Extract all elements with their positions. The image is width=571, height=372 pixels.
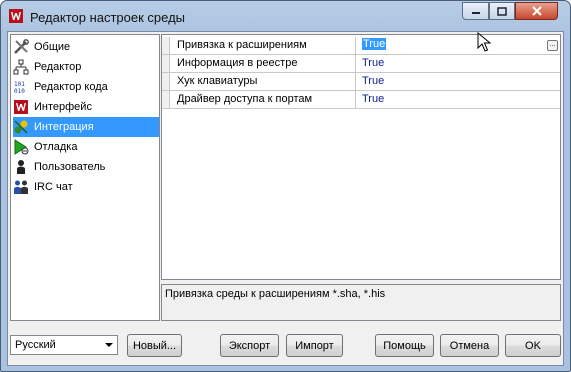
svg-text:101: 101: [14, 81, 25, 88]
property-value[interactable]: True: [362, 75, 384, 87]
property-name: Хук клавиатуры: [177, 75, 258, 87]
language-select[interactable]: Русский: [10, 335, 118, 355]
minimize-icon: [471, 12, 480, 14]
ok-button[interactable]: OK: [505, 334, 561, 357]
editor-icon: [13, 59, 29, 75]
category-list: Общие Редактор 101 010 Редактор кода Инт…: [10, 34, 160, 321]
debug-play-icon: [14, 139, 29, 155]
user-icon: [17, 160, 25, 174]
property-name: Драйвер доступа к портам: [177, 93, 313, 105]
property-value-editor[interactable]: True: [362, 38, 387, 50]
row-gutter: [162, 55, 170, 72]
new-button[interactable]: Новый...: [127, 334, 182, 357]
svg-text:010: 010: [14, 88, 25, 95]
export-button-label: Экспорт: [228, 339, 271, 352]
sidebar-item-irc-chat[interactable]: IRC чат: [13, 177, 159, 197]
row-gutter: [162, 73, 170, 90]
ok-button-label: OK: [525, 339, 541, 352]
property-value[interactable]: True: [362, 93, 384, 105]
sidebar-item-code-editor[interactable]: 101 010 Редактор кода: [13, 77, 159, 97]
integration-icon: [14, 120, 28, 134]
maximize-button[interactable]: [489, 2, 515, 20]
chevron-down-icon[interactable]: [105, 343, 113, 347]
sidebar-item-label: Пользователь: [34, 161, 106, 173]
property-value[interactable]: True: [362, 57, 384, 69]
sidebar-item-user[interactable]: Пользователь: [13, 157, 159, 177]
sidebar-item-label: Отладка: [34, 141, 78, 153]
window-title: Редактор настроек среды: [30, 10, 186, 25]
description-text: Привязка среды к расширениям *.sha, *.hi…: [165, 288, 386, 300]
help-button[interactable]: Помощь: [375, 334, 434, 357]
row-gutter: [162, 37, 170, 54]
mouse-pointer-icon: [477, 32, 491, 52]
property-name: Привязка к расширениям: [177, 39, 307, 51]
close-icon: [531, 6, 542, 16]
language-select-value: Русский: [15, 339, 56, 351]
close-button[interactable]: [515, 2, 558, 20]
property-grid: Привязка к расширениям True ... Информац…: [161, 34, 561, 280]
property-name: Информация в реестре: [177, 57, 298, 69]
sidebar-item-interface[interactable]: Интерфейс: [13, 97, 159, 117]
column-divider[interactable]: [355, 37, 356, 54]
cancel-button-label: Отмена: [449, 339, 490, 352]
sidebar-item-editor[interactable]: Редактор: [13, 57, 159, 77]
column-divider[interactable]: [355, 55, 356, 72]
settings-window: Редактор настроек среды Общие Редактор 1…: [0, 0, 571, 372]
property-row[interactable]: Привязка к расширениям True ...: [162, 37, 560, 55]
import-button[interactable]: Импорт: [286, 334, 343, 357]
row-gutter: [162, 91, 170, 108]
sidebar-item-label: Интеграция: [34, 121, 94, 133]
sidebar-item-label: Редактор кода: [34, 81, 108, 93]
sidebar-item-label: Общие: [34, 41, 71, 53]
app-logo-icon: [9, 9, 23, 23]
column-divider[interactable]: [355, 91, 356, 108]
sidebar-item-general[interactable]: Общие: [13, 37, 159, 57]
export-button[interactable]: Экспорт: [220, 334, 279, 357]
client-area: Общие Редактор 101 010 Редактор кода Инт…: [7, 31, 564, 366]
sidebar-item-label: IRC чат: [34, 181, 73, 193]
new-button-label: Новый...: [132, 339, 177, 352]
property-row[interactable]: Хук клавиатуры True: [162, 73, 560, 91]
sidebar-item-label: Редактор: [34, 61, 82, 73]
help-button-label: Помощь: [383, 339, 426, 352]
irc-chat-icon: [14, 180, 28, 194]
interface-logo-icon: [14, 100, 28, 114]
minimize-button[interactable]: [462, 2, 489, 20]
property-row[interactable]: Драйвер доступа к портам True: [162, 91, 560, 109]
property-row[interactable]: Информация в реестре True: [162, 55, 560, 73]
tools-icon: [14, 39, 29, 54]
sidebar-item-debug[interactable]: Отладка: [13, 137, 159, 157]
code-editor-icon: 101 010: [14, 81, 25, 95]
sidebar-item-integration[interactable]: Интеграция: [13, 117, 159, 137]
description-panel: Привязка среды к расширениям *.sha, *.hi…: [161, 284, 561, 321]
ellipsis-button[interactable]: ...: [547, 40, 558, 51]
title-bar[interactable]: Редактор настроек среды: [1, 1, 570, 31]
column-divider[interactable]: [355, 73, 356, 90]
import-button-label: Импорт: [295, 339, 334, 352]
cancel-button[interactable]: Отмена: [440, 334, 499, 357]
maximize-icon: [497, 6, 507, 16]
sidebar-item-label: Интерфейс: [34, 101, 92, 113]
